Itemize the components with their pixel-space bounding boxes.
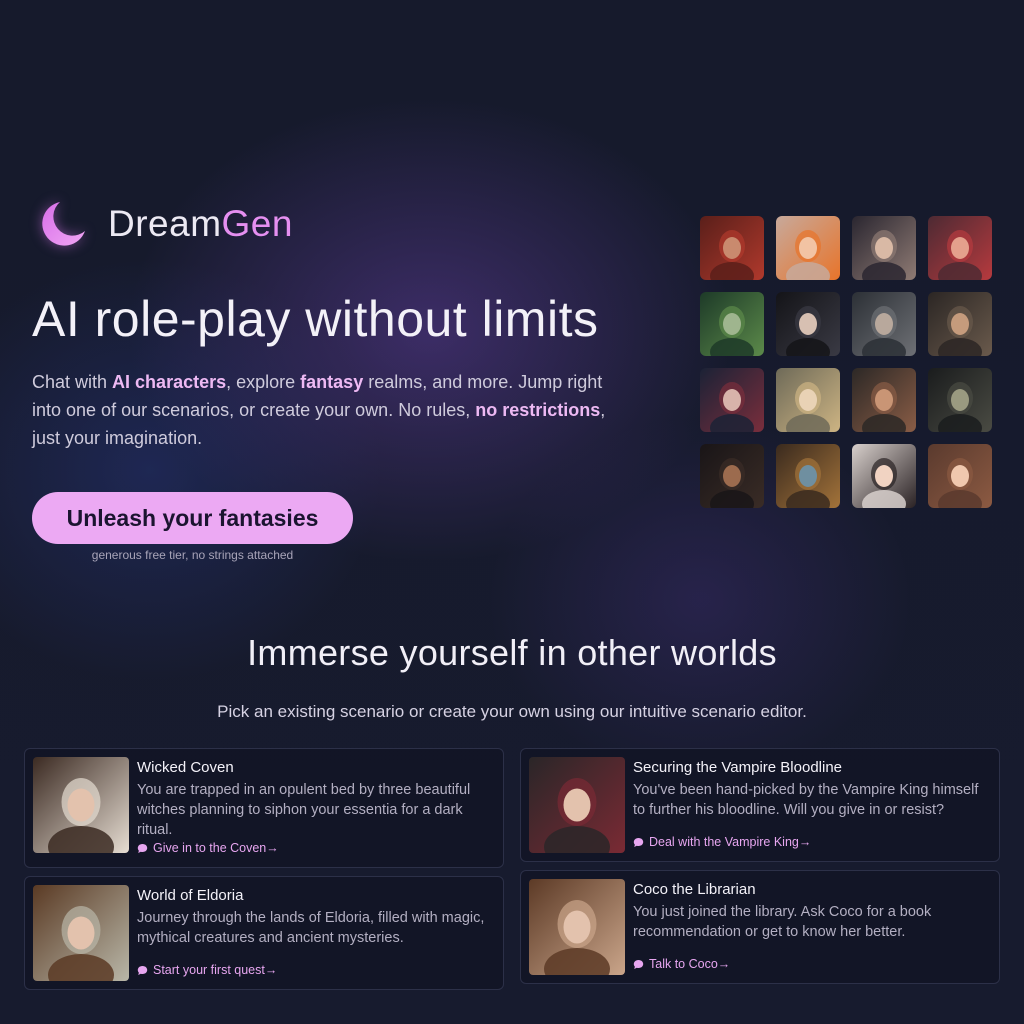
brand-name-part2: Gen <box>221 203 293 244</box>
scenario-title: Securing the Vampire Bloodline <box>633 759 843 776</box>
unleash-fantasies-button[interactable]: Unleash your fantasies <box>32 492 353 544</box>
scenario-card-vampire-bloodline[interactable]: Securing the Vampire Bloodline You've be… <box>520 748 1000 862</box>
section-subtitle: Pick an existing scenario or create your… <box>217 702 807 721</box>
lead-text: , explore <box>226 372 301 392</box>
section-title: Immerse yourself in other worlds <box>247 632 777 673</box>
lead-highlight: fantasy <box>300 372 364 392</box>
scenario-link-label: Start your first quest→ <box>153 963 278 977</box>
librarian-portrait-image <box>529 879 625 975</box>
character-grey-warrior[interactable] <box>852 292 916 356</box>
vampire-king-image <box>529 757 625 853</box>
character-witch-trio[interactable] <box>852 216 916 280</box>
brand-logo[interactable]: DreamGen <box>36 196 293 252</box>
character-goblin[interactable] <box>928 368 992 432</box>
scenario-description: Journey through the lands of Eldoria, fi… <box>137 910 485 946</box>
scenario-description: You just joined the library. Ask Coco fo… <box>633 904 932 940</box>
character-avatar-grid <box>700 216 992 508</box>
chat-bubble-icon <box>137 965 148 976</box>
character-smoking-woman[interactable] <box>700 368 764 432</box>
scenario-link-label: Give in to the Coven→ <box>153 841 279 855</box>
character-horned-demoness[interactable] <box>928 216 992 280</box>
scenario-card-wicked-coven[interactable]: Wicked Coven You are trapped in an opule… <box>24 748 504 868</box>
lead-text: Chat with <box>32 372 113 392</box>
scenario-card-world-of-eldoria[interactable]: World of Eldoria Journey through the lan… <box>24 876 504 990</box>
scenario-link[interactable]: Deal with the Vampire King→ <box>633 835 811 849</box>
character-dark-priest[interactable] <box>776 292 840 356</box>
scenario-title: World of Eldoria <box>137 887 244 904</box>
lead-highlight: AI characters <box>112 372 227 392</box>
character-demon-man[interactable] <box>700 216 764 280</box>
character-anime-girl[interactable] <box>852 444 916 508</box>
hero-headline: AI role-play without limits <box>32 291 599 347</box>
chat-bubble-icon <box>633 959 644 970</box>
brand-name-part1: Dream <box>108 203 222 244</box>
scenario-link[interactable]: Give in to the Coven→ <box>137 841 279 855</box>
scenario-card-coco-the-librarian[interactable]: Coco the Librarian You just joined the l… <box>520 870 1000 984</box>
scenario-link[interactable]: Start your first quest→ <box>137 963 277 977</box>
scenario-title: Coco the Librarian <box>633 881 756 898</box>
hero-lead-paragraph: Chat with AI characters, explore fantasy… <box>32 368 612 452</box>
character-forest-dryad[interactable] <box>700 292 764 356</box>
character-dark-haired-woman[interactable] <box>700 444 764 508</box>
character-ornate-portal[interactable] <box>776 444 840 508</box>
scenario-link-label: Deal with the Vampire King→ <box>649 835 812 849</box>
character-brunette-girl[interactable] <box>928 444 992 508</box>
landing-page: DreamGen AI role-play without limits Cha… <box>0 0 1024 1024</box>
scenario-link-label: Talk to Coco→ <box>649 957 731 971</box>
character-samurai-man[interactable] <box>928 292 992 356</box>
scenario-title: Wicked Coven <box>137 759 234 776</box>
lead-highlight: no restrictions <box>475 400 601 420</box>
scenario-description: You've been hand-picked by the Vampire K… <box>633 782 979 818</box>
scenario-description: You are trapped in an opulent bed by thr… <box>137 782 471 838</box>
chat-bubble-icon <box>137 843 148 854</box>
character-orange-hair-girl[interactable] <box>776 216 840 280</box>
cta-note: generous free tier, no strings attached <box>91 548 294 562</box>
character-blonde-elf[interactable] <box>776 368 840 432</box>
fantasy-bridge-image <box>33 885 129 981</box>
witches-in-bed-image <box>33 757 129 853</box>
chat-bubble-icon <box>633 837 644 848</box>
crescent-moon-icon <box>36 198 88 250</box>
scenario-link[interactable]: Talk to Coco→ <box>633 957 730 971</box>
character-tribal-warrior[interactable] <box>852 368 916 432</box>
brand-name: DreamGen <box>108 203 293 245</box>
